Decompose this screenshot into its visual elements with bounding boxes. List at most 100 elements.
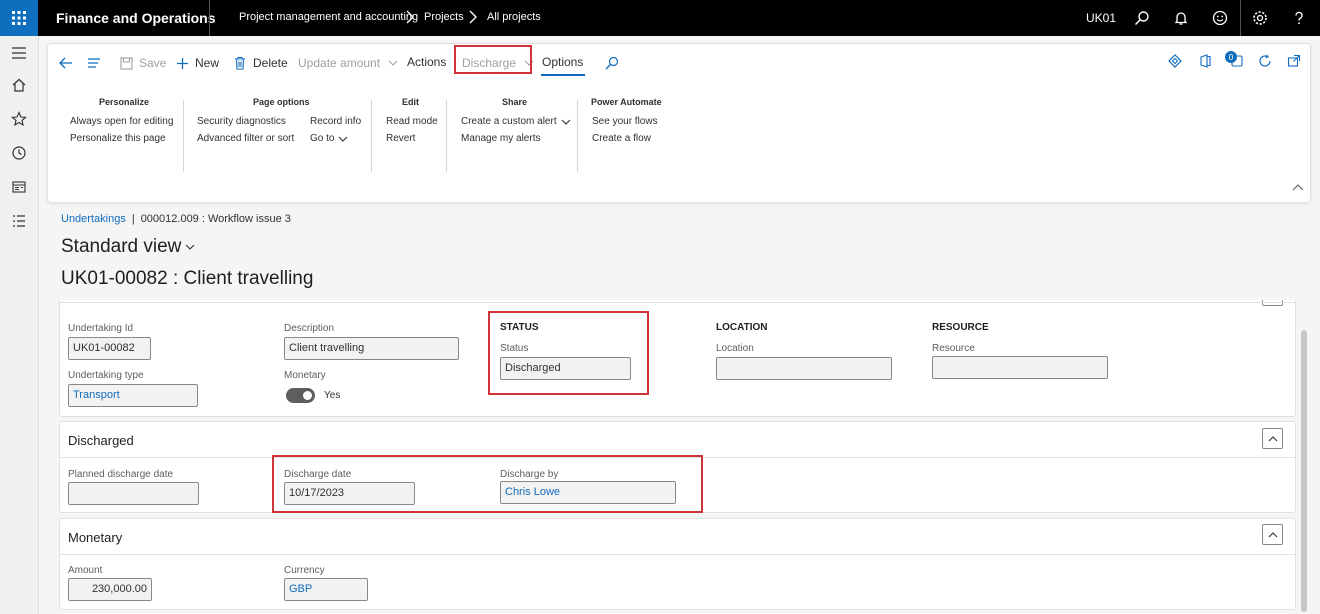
- manage-my-alerts-link[interactable]: Manage my alerts: [461, 133, 540, 144]
- notification-badge: 0: [1225, 51, 1237, 63]
- action-search-button[interactable]: [604, 55, 620, 71]
- undertaking-type-field[interactable]: Transport: [68, 384, 198, 407]
- refresh-icon[interactable]: [1256, 52, 1274, 70]
- advanced-filter-link[interactable]: Advanced filter or sort: [197, 133, 294, 144]
- breadcrumb-projects[interactable]: Projects: [424, 11, 464, 23]
- monetary-section-title[interactable]: Monetary: [68, 530, 122, 545]
- status-highlight-box: [488, 311, 649, 395]
- general-collapse-button[interactable]: [1262, 300, 1283, 306]
- save-button[interactable]: Save: [118, 55, 166, 71]
- power-apps-diamond-icon[interactable]: [1166, 52, 1184, 70]
- monetary-toggle-text: Yes: [324, 390, 341, 401]
- go-to-menu[interactable]: Go to: [310, 133, 348, 144]
- group-title-page-options: Page options: [253, 97, 310, 107]
- chevron-right-icon: [405, 10, 415, 27]
- breadcrumb-undertakings-link[interactable]: Undertakings: [61, 213, 126, 225]
- amount-label: Amount: [68, 565, 103, 576]
- chevron-up-icon: [1268, 435, 1277, 441]
- create-custom-alert-menu[interactable]: Create a custom alert: [461, 116, 571, 127]
- back-button[interactable]: [58, 55, 74, 71]
- collapse-pane-chevron-up-icon[interactable]: [1289, 178, 1307, 196]
- back-arrow-icon: [58, 55, 74, 71]
- personalize-this-page-link[interactable]: Personalize this page: [70, 133, 166, 144]
- create-custom-alert-label: Create a custom alert: [461, 116, 557, 127]
- app-title: Finance and Operations: [56, 10, 216, 26]
- page-breadcrumb: Undertakings | 000012.009 : Workflow iss…: [61, 213, 291, 225]
- chevron-right-icon: [468, 10, 478, 27]
- group-title-power-automate: Power Automate: [591, 97, 662, 107]
- home-icon[interactable]: [10, 76, 28, 94]
- search-icon[interactable]: [1132, 8, 1152, 28]
- modules-list-icon[interactable]: [10, 212, 28, 230]
- resource-label: Resource: [932, 343, 975, 354]
- left-navigation: [0, 36, 39, 614]
- topbar-divider: [209, 0, 210, 36]
- section-divider: [60, 302, 1295, 303]
- undertaking-type-label: Undertaking type: [68, 370, 144, 381]
- hamburger-menu-icon[interactable]: [10, 44, 28, 62]
- chevron-up-icon: [1268, 531, 1277, 537]
- delete-button[interactable]: Delete: [232, 55, 288, 71]
- breadcrumb-record: 000012.009 : Workflow issue 3: [140, 213, 291, 225]
- discharged-collapse-button[interactable]: [1262, 428, 1283, 449]
- new-label: New: [195, 56, 220, 70]
- planned-discharge-date-field[interactable]: [68, 482, 199, 505]
- open-new-window-icon[interactable]: [1285, 52, 1303, 70]
- resource-field[interactable]: [932, 356, 1108, 379]
- breadcrumb-module[interactable]: Project management and accounting: [239, 11, 418, 23]
- group-title-personalize: Personalize: [99, 97, 150, 107]
- monetary-toggle[interactable]: [286, 388, 315, 403]
- location-section-title: LOCATION: [716, 322, 768, 333]
- options-tab-indicator: [541, 74, 585, 76]
- location-field[interactable]: [716, 357, 892, 380]
- actions-tab[interactable]: Actions: [407, 55, 446, 69]
- location-label: Location: [716, 343, 754, 354]
- settings-gear-icon[interactable]: [1250, 8, 1270, 28]
- app-launcher-icon[interactable]: [0, 0, 38, 36]
- update-amount-menu[interactable]: Update amount: [298, 55, 401, 71]
- record-info-link[interactable]: Record info: [310, 116, 361, 127]
- general-fasttab: Undertaking Id UK01-00082 Description Cl…: [59, 300, 1296, 417]
- amount-field[interactable]: 230,000.00: [68, 578, 152, 601]
- group-divider: [446, 100, 447, 172]
- currency-label: Currency: [284, 565, 325, 576]
- monetary-fasttab: Monetary Amount 230,000.00 Currency GBP: [59, 518, 1296, 610]
- feedback-smiley-icon[interactable]: [1210, 8, 1230, 28]
- view-selector[interactable]: Standard view: [61, 236, 195, 258]
- vertical-scrollbar[interactable]: [1301, 330, 1307, 612]
- form-content: Undertaking Id UK01-00082 Description Cl…: [39, 300, 1320, 614]
- chevron-down-icon: [385, 55, 401, 71]
- update-amount-label: Update amount: [298, 56, 381, 70]
- group-title-share: Share: [502, 97, 528, 107]
- read-mode-link[interactable]: Read mode: [386, 116, 438, 127]
- help-icon[interactable]: [1289, 8, 1309, 28]
- favorites-star-icon[interactable]: [10, 110, 28, 128]
- resource-section-title: RESOURCE: [932, 322, 989, 333]
- currency-field[interactable]: GBP: [284, 578, 368, 601]
- company-picker[interactable]: UK01: [1086, 11, 1116, 25]
- lines-menu-icon: [86, 55, 102, 71]
- actions-label: Actions: [407, 55, 447, 69]
- office-icon[interactable]: [1196, 52, 1214, 70]
- description-field[interactable]: Client travelling: [284, 337, 459, 360]
- create-a-flow-link[interactable]: Create a flow: [592, 133, 651, 144]
- monetary-collapse-button[interactable]: [1262, 524, 1283, 545]
- trash-icon: [232, 55, 248, 71]
- page-menu-button[interactable]: [86, 55, 102, 71]
- breadcrumb-all-projects[interactable]: All projects: [487, 11, 541, 23]
- discharged-section-title[interactable]: Discharged: [68, 433, 134, 448]
- undertaking-id-field[interactable]: UK01-00082: [68, 337, 151, 360]
- revert-link[interactable]: Revert: [386, 133, 415, 144]
- security-diagnostics-link[interactable]: Security diagnostics: [197, 116, 286, 127]
- view-name: Standard view: [61, 236, 182, 257]
- workspaces-icon[interactable]: [10, 178, 28, 196]
- new-button[interactable]: New: [174, 55, 219, 71]
- save-disk-icon: [118, 55, 134, 71]
- recent-clock-icon[interactable]: [10, 144, 28, 162]
- page-title: UK01-00082 : Client travelling: [61, 268, 314, 289]
- options-tab[interactable]: Options: [542, 55, 583, 69]
- notification-bell-icon[interactable]: [1171, 8, 1191, 28]
- discharge-highlight-box: [272, 455, 703, 513]
- see-your-flows-link[interactable]: See your flows: [592, 116, 658, 127]
- always-open-for-editing-link[interactable]: Always open for editing: [70, 116, 173, 127]
